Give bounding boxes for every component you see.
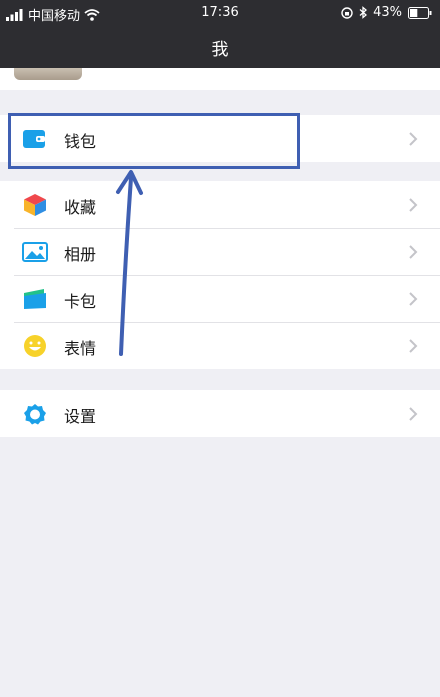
chevron-right-icon <box>409 198 418 212</box>
settings-group: 设置 <box>0 390 440 437</box>
avatar[interactable] <box>14 68 82 80</box>
favorites-cube-icon <box>24 194 46 216</box>
menu-item-settings[interactable]: 设置 <box>0 390 440 437</box>
features-group: 收藏 相册 卡包 表情 <box>0 181 440 369</box>
chevron-right-icon <box>409 245 418 259</box>
battery-percent: 43% <box>373 5 402 20</box>
bluetooth-icon <box>359 6 368 19</box>
album-icon <box>22 242 48 262</box>
battery-fill <box>410 8 418 17</box>
menu-item-label: 卡包 <box>64 292 97 311</box>
chevron-right-icon <box>409 339 418 353</box>
menu-item-label: 设置 <box>64 407 97 426</box>
menu-item-card-wallet[interactable]: 卡包 <box>0 275 440 322</box>
page-title: 我 <box>211 40 229 60</box>
menu-item-album[interactable]: 相册 <box>0 228 440 275</box>
menu-item-label: 收藏 <box>64 198 97 217</box>
battery-icon <box>408 6 432 19</box>
profile-header[interactable] <box>0 68 440 90</box>
gear-icon <box>24 404 46 425</box>
orientation-lock-icon <box>341 6 353 19</box>
chevron-right-icon <box>409 292 418 306</box>
wallet-highlight-box <box>8 113 300 169</box>
status-right: 43% <box>341 5 432 20</box>
chevron-right-icon <box>409 407 418 421</box>
chevron-right-icon <box>409 132 418 146</box>
nav-bar: 我 <box>0 26 440 68</box>
menu-item-label: 表情 <box>64 339 97 358</box>
menu-item-stickers[interactable]: 表情 <box>0 322 440 369</box>
smiley-icon <box>24 335 46 357</box>
status-bar: 中国移动 17:36 43% <box>0 0 440 26</box>
menu-item-label: 相册 <box>64 245 97 264</box>
menu-item-favorites[interactable]: 收藏 <box>0 181 440 228</box>
card-wallet-icon <box>24 289 46 309</box>
